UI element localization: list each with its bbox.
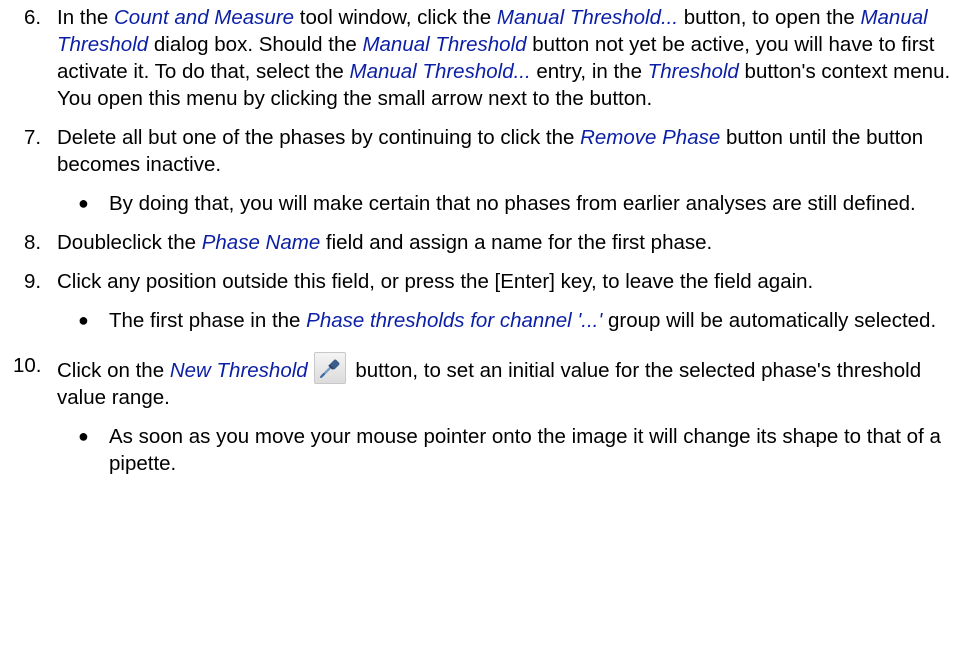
step-9: 9. Click any position outside this field… bbox=[0, 268, 976, 295]
step-text: Click on the bbox=[57, 359, 170, 382]
bullet-text: group will be automatically selected. bbox=[602, 309, 937, 332]
ui-reference-phase-name: Phase Name bbox=[201, 231, 321, 254]
step-10: 10. Click on the New Threshold button, t… bbox=[0, 352, 976, 411]
bullet-text: By doing that, you will make certain tha… bbox=[109, 192, 916, 215]
document-body: 6. In the Count and Measure tool window,… bbox=[0, 4, 976, 489]
step-7: 7. Delete all but one of the phases by c… bbox=[0, 124, 976, 178]
step-text: dialog box. Should the bbox=[148, 33, 363, 56]
ui-reference-new-threshold: New Threshold bbox=[169, 359, 308, 382]
step-6: 6. In the Count and Measure tool window,… bbox=[0, 4, 976, 112]
step-7-bullet: ● By doing that, you will make certain t… bbox=[0, 190, 976, 217]
step-text: Delete all but one of the phases by cont… bbox=[57, 126, 581, 149]
ui-reference-remove-phase: Remove Phase bbox=[580, 126, 721, 149]
step-text: button, to open the bbox=[678, 6, 861, 29]
step-8: 8. Doubleclick the Phase Name field and … bbox=[0, 229, 976, 256]
step-number: 10. bbox=[13, 354, 42, 377]
step-text: entry, in the bbox=[530, 60, 648, 83]
step-number: 9. bbox=[24, 270, 42, 293]
bullet-icon: ● bbox=[78, 193, 89, 213]
ui-reference-manual-threshold: Manual Threshold bbox=[362, 33, 527, 56]
bullet-icon: ● bbox=[78, 310, 89, 330]
bullet-icon: ● bbox=[78, 426, 89, 446]
step-number: 6. bbox=[24, 6, 42, 29]
step-text: tool window, click the bbox=[294, 6, 497, 29]
step-text: Click any position outside this field, o… bbox=[57, 270, 814, 293]
step-9-bullet: ● The first phase in the Phase threshold… bbox=[0, 307, 976, 334]
step-text: field and assign a name for the first ph… bbox=[320, 231, 713, 254]
step-text: Doubleclick the bbox=[57, 231, 202, 254]
ui-reference-manual-threshold: Manual Threshold... bbox=[496, 6, 679, 29]
pipette-icon bbox=[313, 352, 346, 384]
bullet-text: The first phase in the bbox=[109, 309, 307, 332]
step-text: In the bbox=[57, 6, 114, 29]
ui-reference-count-and-measure: Count and Measure bbox=[114, 6, 295, 29]
ui-reference-manual-threshold: Manual Threshold... bbox=[349, 60, 531, 83]
step-10-bullet: ● As soon as you move your mouse pointer… bbox=[0, 423, 976, 477]
step-number: 8. bbox=[24, 231, 42, 254]
ui-reference-threshold: Threshold bbox=[647, 60, 739, 83]
step-number: 7. bbox=[24, 126, 42, 149]
ui-reference-phase-thresholds-group: Phase thresholds for channel '...' bbox=[306, 309, 603, 332]
bullet-text: As soon as you move your mouse pointer o… bbox=[109, 425, 941, 475]
